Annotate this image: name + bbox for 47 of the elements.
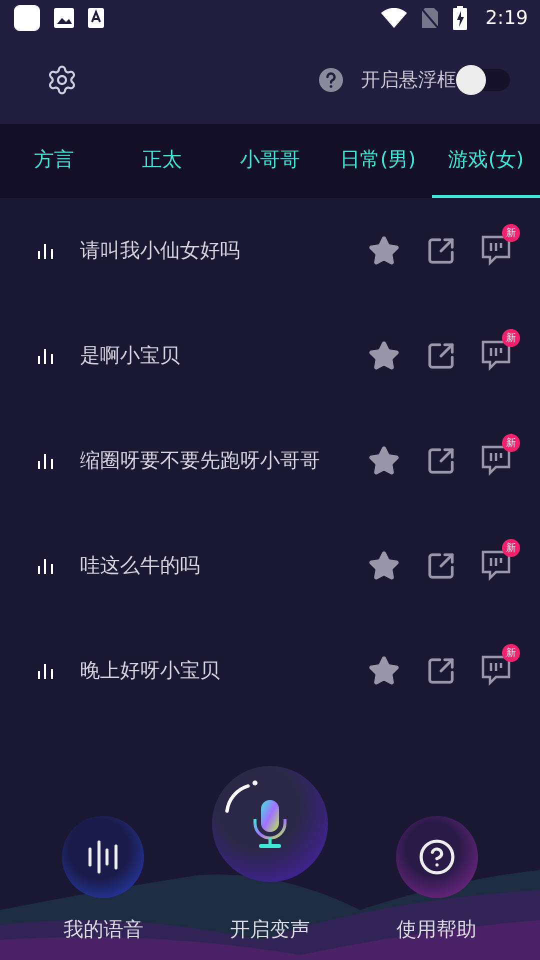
- audio-bars-icon: [38, 242, 54, 258]
- wifi-icon: [381, 8, 408, 28]
- audio-bars-icon: [38, 348, 54, 364]
- favorite-star-icon[interactable]: [368, 444, 400, 476]
- share-icon[interactable]: [426, 340, 456, 370]
- new-badge: 新: [502, 538, 520, 556]
- new-badge: 新: [502, 224, 520, 242]
- voice-title[interactable]: 是啊小宝贝: [80, 342, 368, 369]
- voice-title[interactable]: 请叫我小仙女好吗: [80, 237, 368, 264]
- help-icon: [418, 838, 456, 876]
- new-badge: 新: [502, 644, 520, 662]
- new-badge: 新: [502, 328, 520, 346]
- sound-wave-icon: [87, 840, 120, 874]
- share-icon[interactable]: [426, 656, 456, 686]
- category-tab[interactable]: 正太: [108, 124, 216, 198]
- action-label: 使用帮助: [396, 916, 477, 943]
- audio-bars-icon: [38, 558, 54, 574]
- favorite-star-icon[interactable]: [368, 234, 400, 266]
- image-icon: [54, 8, 74, 28]
- microphone-icon: [252, 799, 288, 849]
- no-sim-icon: [421, 7, 440, 29]
- voice-title[interactable]: 晚上好呀小宝贝: [80, 657, 368, 684]
- category-tab[interactable]: 日常(男): [324, 124, 432, 198]
- floating-window-label: 开启悬浮框: [361, 68, 456, 93]
- new-badge: 新: [502, 434, 520, 452]
- action-label: 开启变声: [230, 916, 310, 943]
- voice-title[interactable]: 缩圈呀要不要先跑呀小哥哥: [80, 447, 368, 474]
- app-icon: [14, 5, 40, 31]
- voice-title[interactable]: 哇这么牛的吗: [80, 552, 368, 579]
- category-tab[interactable]: 小哥哥: [216, 124, 324, 198]
- favorite-star-icon[interactable]: [368, 654, 400, 686]
- audio-bars-icon: [38, 662, 54, 678]
- font-icon: [88, 8, 104, 28]
- arc-icon: [224, 780, 258, 814]
- category-tab[interactable]: 游戏(女): [432, 124, 540, 198]
- category-tab[interactable]: 方言: [0, 124, 108, 198]
- settings-icon[interactable]: [46, 64, 78, 96]
- help-icon[interactable]: [319, 68, 343, 92]
- share-icon[interactable]: [426, 236, 456, 266]
- battery-charging-icon: [453, 6, 468, 30]
- audio-bars-icon: [38, 452, 54, 468]
- share-icon[interactable]: [426, 550, 456, 580]
- action-label: 我的语音: [63, 916, 144, 943]
- favorite-star-icon[interactable]: [368, 550, 400, 582]
- favorite-star-icon[interactable]: [368, 340, 400, 372]
- share-icon[interactable]: [426, 446, 456, 476]
- status-time: 2:19: [485, 7, 528, 29]
